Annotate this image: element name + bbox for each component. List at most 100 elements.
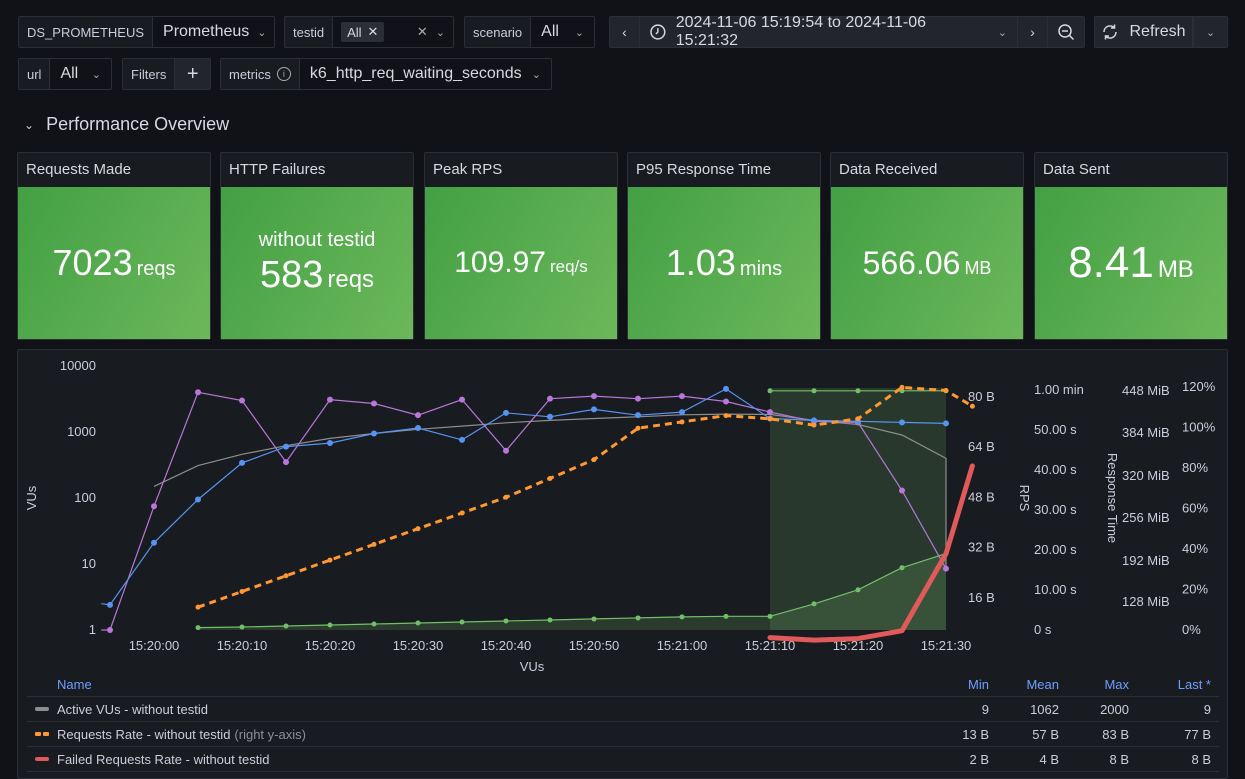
green-area-point: [767, 613, 773, 619]
purple-point: [723, 398, 729, 405]
y-right-bytes-tick: 80 B: [968, 389, 995, 404]
purple-point: [547, 395, 553, 402]
y-left-tick-label: 10: [82, 556, 96, 571]
x-tick-label: 15:20:40: [481, 638, 532, 653]
requests-rate-point: [283, 573, 289, 579]
purple-point: [371, 400, 377, 407]
green-top-point: [767, 388, 773, 394]
y-right-time-tick: 10.00 s: [1034, 582, 1077, 597]
legend-series-name: Requests Rate - without testid: [57, 726, 231, 742]
green-area-point: [415, 620, 421, 626]
requests-rate-point: [195, 604, 201, 610]
blue-point: [591, 406, 597, 413]
y-right-time-tick: 0 s: [1034, 622, 1052, 637]
blue-point: [415, 424, 421, 431]
requests-rate-point: [239, 588, 245, 594]
blue-point: [371, 430, 377, 437]
legend-max: 8 B: [1109, 751, 1129, 767]
green-area-point: [547, 617, 553, 623]
y-right-response-time-label: Response Time: [1105, 453, 1120, 543]
legend-mean: 1062: [1030, 701, 1059, 717]
purple-point: [679, 393, 685, 400]
blue-point: [151, 539, 157, 546]
green-area-point: [503, 618, 509, 624]
requests-rate-point: [855, 416, 861, 422]
requests-rate-point: [767, 416, 773, 422]
purple-point: [943, 565, 949, 572]
y-left-axis-label: VUs: [24, 485, 39, 510]
requests-rate-point: [503, 494, 509, 500]
purple-point: [503, 447, 509, 454]
purple-point: [107, 627, 113, 633]
green-area-point: [899, 565, 905, 571]
green-area-point: [811, 601, 817, 607]
legend-header-last[interactable]: Last *: [1137, 677, 1219, 692]
legend-header-max[interactable]: Max: [1067, 677, 1137, 692]
purple-point: [459, 396, 465, 403]
legend-header: Name Min Mean Max Last *: [27, 673, 1219, 697]
requests-rate-point: [723, 413, 729, 419]
green-top-point: [855, 388, 861, 394]
green-area-point: [855, 587, 861, 593]
green-area-point: [239, 624, 245, 630]
y-right-time-tick: 30.00 s: [1034, 502, 1077, 517]
legend-max: 2000: [1100, 701, 1129, 717]
legend-header-name[interactable]: Name: [27, 677, 927, 692]
requests-rate-point: [371, 541, 377, 547]
green-area-point: [635, 615, 641, 621]
purple-point: [767, 409, 773, 416]
y-right-bytes-tick: 64 B: [968, 439, 995, 454]
green-area-point: [327, 622, 333, 628]
legend-series-name: Failed Requests Rate - without testid: [57, 751, 270, 767]
y-right-percent-tick: 20%: [1182, 582, 1208, 597]
legend-swatch-dashed-orange: [35, 732, 49, 736]
y-right-time-tick: 1.00 min: [1034, 382, 1084, 397]
blue-point: [635, 412, 641, 419]
blue-point: [723, 385, 729, 392]
blue-point: [283, 443, 289, 450]
requests-rate-point: [327, 557, 333, 563]
purple-point: [195, 389, 201, 396]
y-right-percent-tick: 60%: [1182, 501, 1208, 516]
x-tick-label: 15:20:10: [217, 638, 268, 653]
x-tick-label: 15:20:20: [305, 638, 356, 653]
blue-point: [503, 409, 509, 416]
purple-point: [239, 397, 245, 404]
green-top-point: [811, 388, 817, 394]
legend-min: 2 B: [969, 751, 989, 767]
legend-header-mean[interactable]: Mean: [997, 677, 1067, 692]
blue-point: [811, 417, 817, 424]
y-right-time-tick: 50.00 s: [1034, 422, 1077, 437]
y-right-percent-tick: 0%: [1182, 622, 1201, 637]
requests-rate-point: [547, 475, 553, 481]
requests-rate-point: [591, 457, 597, 463]
x-tick-label: 15:21:00: [657, 638, 708, 653]
blue-point: [327, 440, 333, 447]
green-area-point: [371, 621, 377, 627]
y-right-time-tick: 20.00 s: [1034, 542, 1077, 557]
blue-point: [195, 496, 201, 503]
legend-last: 77 B: [1184, 726, 1211, 742]
legend-row[interactable]: Failed Requests Rate - without testid 2 …: [27, 747, 1219, 772]
y-right-percent-tick: 80%: [1182, 460, 1208, 475]
legend-mean: 4 B: [1039, 751, 1059, 767]
x-tick-label: 15:21:30: [921, 638, 972, 653]
requests-rate-point: [899, 384, 905, 390]
legend-header-min[interactable]: Min: [927, 677, 997, 692]
timeseries-chart[interactable]: 1 10 100 1000 10000 VUs 15:20:00 15:20:10 15:20:…: [0, 0, 1245, 680]
blue-point: [107, 601, 113, 608]
legend-table: Name Min Mean Max Last * Active VUs - wi…: [27, 673, 1219, 772]
legend-row[interactable]: Active VUs - without testid 9 1062 2000 …: [27, 697, 1219, 722]
legend-min: 13 B: [962, 726, 989, 742]
y-left-tick-label: 1: [89, 622, 96, 637]
x-tick-label: 15:20:00: [129, 638, 180, 653]
requests-rate-point: [459, 510, 465, 516]
purple-point: [283, 459, 289, 466]
green-area-point: [283, 623, 289, 629]
blue-point: [899, 419, 905, 426]
y-right-mib-tick: 256 MiB: [1122, 510, 1170, 525]
y-right-time-tick: 40.00 s: [1034, 462, 1077, 477]
requests-rate-point: [943, 388, 949, 394]
legend-row[interactable]: Requests Rate - without testid (right y-…: [27, 722, 1219, 747]
legend-last: 8 B: [1191, 751, 1211, 767]
